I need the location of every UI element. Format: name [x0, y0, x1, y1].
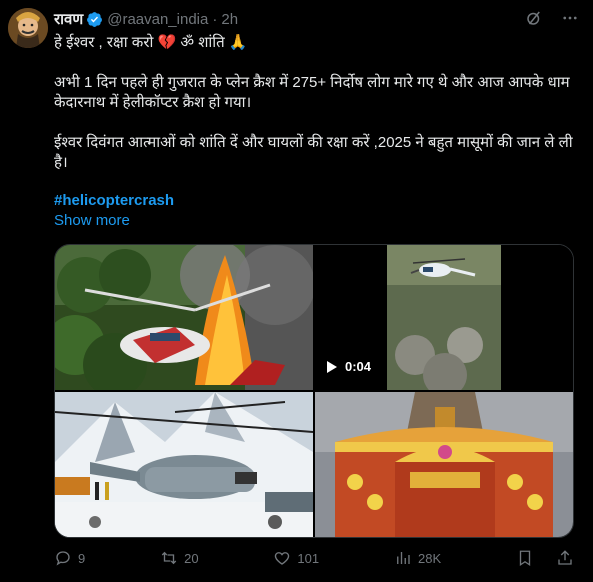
media-image-temple[interactable] [315, 392, 573, 537]
tweet-line-2: अभी 1 दिन पहले ही गुजरात के प्लेन क्रैश … [54, 74, 570, 111]
like-count: 101 [297, 550, 320, 566]
tweet-line-1: हे ईश्वर , रक्षा करो 💔 ॐ शांति 🙏 [54, 34, 248, 51]
verified-badge-icon [87, 11, 103, 27]
media-image-snow-helicopter[interactable] [55, 392, 313, 537]
repost-button[interactable]: 20 [160, 549, 199, 567]
grok-icon[interactable] [525, 9, 543, 27]
video-duration: 0:04 [345, 359, 372, 374]
views-button[interactable]: 28K [394, 549, 441, 567]
share-icon [558, 550, 572, 565]
header-actions [525, 9, 579, 27]
share-button[interactable] [556, 549, 574, 567]
reply-icon [56, 551, 70, 566]
tweet-text: हे ईश्वर , रक्षा करो 💔 ॐ शांति 🙏 अभी 1 द… [54, 33, 582, 173]
tweet-header: रावण @raavan_india · 2h [54, 8, 238, 30]
bookmark-button[interactable] [516, 549, 534, 567]
separator-dot: · [212, 10, 218, 28]
avatar[interactable] [8, 8, 48, 48]
media-video-helicopter[interactable]: 0:04 [315, 245, 573, 390]
tweet-line-3: ईश्वर दिवंगत आत्माओं को शांति दें और घाय… [54, 134, 573, 171]
media-image-crash-fire[interactable] [55, 245, 313, 390]
reply-count: 9 [78, 550, 86, 566]
hashtag-link[interactable]: #helicoptercrash [54, 192, 174, 209]
display-name[interactable]: रावण [54, 9, 83, 29]
like-icon [275, 552, 290, 565]
handle[interactable]: @raavan_india [107, 11, 208, 28]
repost-count: 20 [184, 550, 199, 566]
play-icon [327, 360, 337, 373]
video-badge[interactable]: 0:04 [327, 359, 371, 374]
timestamp[interactable]: 2h [221, 11, 238, 28]
reply-button[interactable]: 9 [54, 549, 85, 567]
action-bar-right [516, 549, 574, 567]
action-bar: 9 20 101 28K [54, 548, 574, 568]
tweet: रावण @raavan_india · 2h हे ईश्वर , रक्षा… [0, 0, 593, 582]
views-icon [397, 552, 410, 564]
show-more-link[interactable]: Show more [54, 212, 130, 229]
views-count: 28K [417, 550, 442, 566]
media-grid: 0:04 [54, 244, 574, 538]
more-icon[interactable] [561, 9, 579, 27]
repost-icon [161, 551, 177, 565]
like-button[interactable]: 101 [273, 549, 319, 567]
bookmark-icon [519, 550, 531, 567]
